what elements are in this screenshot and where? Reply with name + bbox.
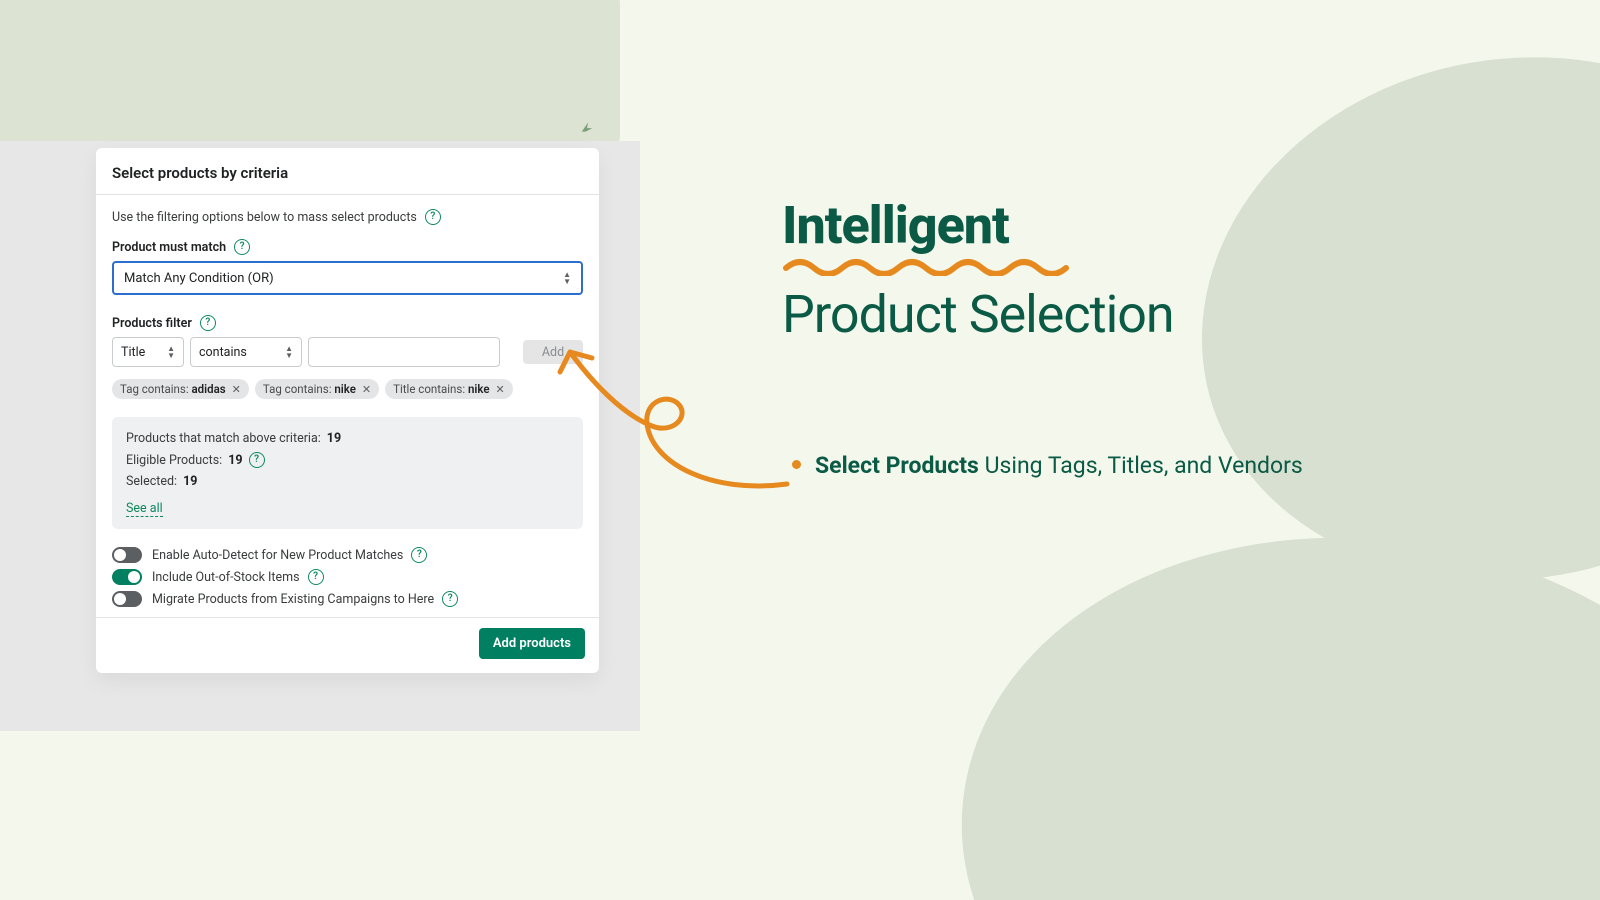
- decorative-blob-top-left: [0, 0, 620, 150]
- chip-value: nike: [334, 382, 356, 396]
- see-all-link[interactable]: See all: [126, 501, 163, 517]
- help-icon[interactable]: ?: [425, 209, 441, 225]
- migrate-toggle[interactable]: [112, 591, 142, 607]
- autodetect-toggle[interactable]: [112, 547, 142, 563]
- chevron-updown-icon: ▲▼: [167, 345, 175, 359]
- match-condition-select[interactable]: Match Any Condition (OR) ▲▼: [112, 261, 583, 295]
- match-summary: Products that match above criteria: 19 E…: [112, 417, 583, 529]
- match-label: Product must match: [112, 240, 226, 255]
- chip-prefix: Tag contains:: [263, 382, 334, 396]
- filter-chip[interactable]: Tag contains: nike ✕: [255, 379, 379, 399]
- chip-prefix: Tag contains:: [120, 382, 191, 396]
- migrate-label: Migrate Products from Existing Campaigns…: [152, 592, 434, 607]
- add-filter-button[interactable]: Add: [523, 340, 583, 364]
- help-icon[interactable]: ?: [442, 591, 458, 607]
- include-oos-label: Include Out-of-Stock Items: [152, 570, 300, 585]
- chip-value: adidas: [191, 382, 225, 396]
- headline-sub: Product Selection: [782, 284, 1422, 345]
- underline-zigzag-icon: [782, 254, 1072, 276]
- match-condition-value: Match Any Condition (OR): [124, 271, 274, 286]
- help-icon[interactable]: ?: [200, 315, 216, 331]
- summary-match-count: 19: [327, 431, 341, 446]
- criteria-panel: Select products by criteria Use the filt…: [96, 148, 599, 673]
- bullet-strong: Select Products: [815, 452, 979, 479]
- filter-operator-value: contains: [199, 345, 247, 360]
- help-icon[interactable]: ?: [234, 239, 250, 255]
- panel-intro-text: Use the filtering options below to mass …: [112, 210, 417, 225]
- close-icon[interactable]: ✕: [232, 383, 241, 396]
- headline-main: Intelligent: [782, 200, 1422, 252]
- summary-selected-count: 19: [183, 474, 197, 489]
- summary-match-label: Products that match above criteria:: [126, 431, 321, 446]
- filter-chip[interactable]: Title contains: nike ✕: [385, 379, 513, 399]
- include-oos-toggle[interactable]: [112, 569, 142, 585]
- help-icon[interactable]: ?: [249, 452, 265, 468]
- help-icon[interactable]: ?: [411, 547, 427, 563]
- summary-eligible-label: Eligible Products:: [126, 453, 222, 468]
- filter-chip[interactable]: Tag contains: adidas ✕: [112, 379, 249, 399]
- chevron-updown-icon: ▲▼: [563, 271, 571, 285]
- filter-operator-select[interactable]: contains ▲▼: [190, 337, 302, 367]
- summary-selected-label: Selected:: [126, 474, 177, 489]
- filter-field-value: Title: [121, 345, 145, 360]
- filter-label: Products filter: [112, 316, 192, 331]
- summary-eligible-count: 19: [228, 453, 242, 468]
- close-icon[interactable]: ✕: [496, 383, 505, 396]
- autodetect-label: Enable Auto-Detect for New Product Match…: [152, 548, 403, 563]
- chip-prefix: Title contains:: [393, 382, 468, 396]
- add-filter-label: Add: [542, 345, 564, 360]
- marketing-bullet: Select Products Using Tags, Titles, and …: [792, 448, 1352, 484]
- close-icon[interactable]: ✕: [362, 383, 371, 396]
- add-products-button[interactable]: Add products: [479, 628, 585, 659]
- help-icon[interactable]: ?: [308, 569, 324, 585]
- add-products-label: Add products: [493, 636, 571, 651]
- filter-field-select[interactable]: Title ▲▼: [112, 337, 184, 367]
- bullet-dot-icon: [792, 460, 801, 469]
- chevron-updown-icon: ▲▼: [285, 345, 293, 359]
- panel-title: Select products by criteria: [96, 148, 599, 195]
- chip-value: nike: [468, 382, 490, 396]
- filter-value-input[interactable]: [308, 337, 500, 367]
- brand-mark: [580, 120, 594, 134]
- bullet-rest: Using Tags, Titles, and Vendors: [979, 452, 1303, 479]
